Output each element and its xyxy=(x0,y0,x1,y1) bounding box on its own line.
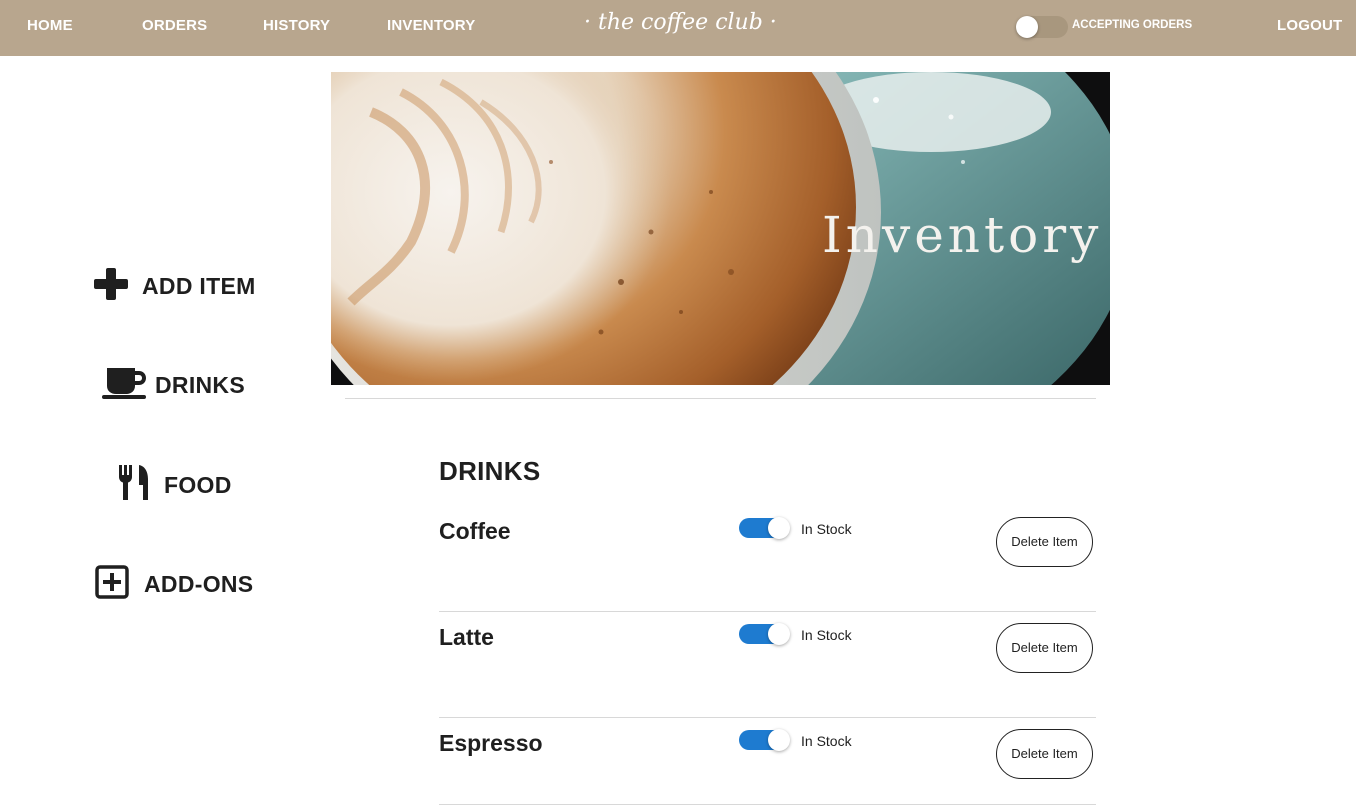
top-nav: HOME ORDERS HISTORY INVENTORY · the coff… xyxy=(0,0,1356,56)
item-name: Latte xyxy=(439,624,494,650)
stock-status-label: In Stock xyxy=(801,733,852,749)
sidebar-item-label: FOOD xyxy=(164,472,232,498)
row-divider xyxy=(439,804,1096,805)
nav-history-link[interactable]: HISTORY xyxy=(263,17,330,34)
in-stock-toggle[interactable] xyxy=(739,623,790,645)
nav-home-link[interactable]: HOME xyxy=(27,17,73,34)
stock-status-label: In Stock xyxy=(801,521,852,537)
sidebar-item-label: ADD-ONS xyxy=(144,571,254,597)
sidebar-item-drinks[interactable]: DRINKS xyxy=(101,366,245,405)
coffee-cup-icon xyxy=(101,366,147,405)
hero-title: Inventory xyxy=(822,206,1103,264)
accepting-orders-label: ACCEPTING ORDERS xyxy=(1072,19,1193,31)
plus-square-icon xyxy=(95,565,129,604)
delete-item-button[interactable]: Delete Item xyxy=(996,517,1093,567)
logout-link[interactable]: LOGOUT xyxy=(1277,17,1342,34)
nav-inventory-link[interactable]: INVENTORY xyxy=(387,17,475,34)
delete-item-button[interactable]: Delete Item xyxy=(996,623,1093,673)
item-name: Coffee xyxy=(439,518,511,544)
list-item: Latte In Stock Delete Item xyxy=(439,612,1096,718)
sidebar-item-food[interactable]: FOOD xyxy=(118,465,232,506)
in-stock-toggle[interactable] xyxy=(739,517,790,539)
sidebar-item-add-ons[interactable]: ADD-ONS xyxy=(95,565,253,604)
toggle-knob xyxy=(768,729,790,751)
sidebar-item-label: DRINKS xyxy=(155,372,245,398)
section-title: DRINKS xyxy=(439,456,541,486)
list-item: Espresso In Stock Delete Item xyxy=(439,718,1096,806)
toggle-knob xyxy=(768,517,790,539)
toggle-knob xyxy=(1016,16,1038,38)
nav-orders-link[interactable]: ORDERS xyxy=(142,17,207,34)
in-stock-toggle[interactable] xyxy=(739,729,790,751)
stock-status-label: In Stock xyxy=(801,627,852,643)
hero-divider xyxy=(345,398,1096,399)
plus-icon xyxy=(94,268,128,305)
item-name: Espresso xyxy=(439,730,543,756)
delete-item-button[interactable]: Delete Item xyxy=(996,729,1093,779)
list-item: Coffee In Stock Delete Item xyxy=(439,506,1096,612)
utensils-icon xyxy=(118,465,150,506)
toggle-knob xyxy=(768,623,790,645)
sidebar-item-add-item[interactable]: ADD ITEM xyxy=(94,268,256,305)
accepting-orders-toggle[interactable] xyxy=(1016,16,1068,38)
brand-name: · the coffee club · xyxy=(584,10,777,35)
sidebar-item-label: ADD ITEM xyxy=(142,273,256,299)
